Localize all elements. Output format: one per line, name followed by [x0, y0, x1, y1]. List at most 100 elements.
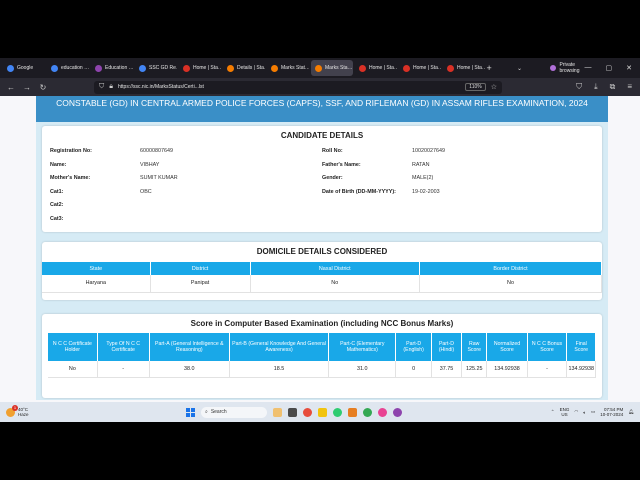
- reload-icon[interactable]: ↻: [38, 83, 48, 92]
- domicile-title: DOMICILE DETAILS CONSIDERED: [256, 247, 388, 256]
- minimize-icon[interactable]: —: [585, 64, 592, 72]
- task-view-icon[interactable]: [288, 407, 297, 417]
- browser-tab[interactable]: Marks Stat…: [267, 60, 309, 76]
- browser-tab[interactable]: Education …: [91, 60, 133, 76]
- browser-tab-bar: Google education … Education … SSC GD Re… Ho…: [0, 58, 640, 78]
- browser-tab[interactable]: education …: [47, 60, 89, 76]
- edge-icon[interactable]: [333, 407, 342, 417]
- tab-label: Education …: [105, 65, 133, 71]
- weather-widget[interactable]: 1 40°C Haze: [6, 404, 29, 417]
- tab-label: Home | Sta…: [413, 65, 441, 71]
- father-name-value: RATAN: [412, 161, 430, 168]
- wifi-icon[interactable]: ◠: [574, 409, 578, 415]
- zoom-level[interactable]: 110%: [465, 83, 486, 91]
- roll-label: Roll No:: [322, 148, 343, 154]
- gender-label: Gender:: [322, 175, 343, 181]
- domicile-table: State District Naxal District Border Distri…: [42, 262, 602, 293]
- detail-row: Cat3:: [50, 216, 594, 230]
- domicile-cell: No: [419, 275, 602, 293]
- date: 10-07-2024: [600, 412, 624, 417]
- tab-favicon-icon: [271, 64, 278, 72]
- store-icon[interactable]: [348, 407, 357, 417]
- private-browsing-indicator: Private browsing: [549, 62, 585, 74]
- score-header-row: N C C Certificate Holder Type Of N C C Ce…: [48, 333, 596, 361]
- score-cell: 38.0: [149, 361, 230, 378]
- score-cell: 134.92938: [486, 361, 528, 378]
- downloads-icon[interactable]: ⤓: [594, 82, 598, 92]
- browser-tab[interactable]: Home | Sta…: [355, 60, 397, 76]
- chevron-up-icon[interactable]: ⌃: [551, 409, 555, 415]
- score-cell: No: [48, 361, 98, 378]
- sun-haze-icon: 1: [6, 404, 18, 417]
- tab-label: Home | Sta…: [457, 65, 485, 71]
- score-panel: Score in Computer Based Examination (inc…: [36, 304, 608, 400]
- browser-tab[interactable]: Google: [3, 60, 45, 76]
- browser-tab[interactable]: Home | Sta…: [443, 60, 485, 76]
- new-tab-button[interactable]: +: [485, 63, 493, 73]
- clock[interactable]: 07:54 PM 10-07-2024: [600, 407, 623, 417]
- chrome-icon[interactable]: [363, 407, 372, 417]
- tab-favicon-icon: [183, 64, 190, 72]
- domicile-column-header: State: [42, 262, 151, 275]
- private-browsing-label: Private browsing: [559, 62, 580, 74]
- registration-label: Registration No:: [50, 148, 92, 154]
- close-window-icon[interactable]: ✕: [626, 64, 632, 72]
- browser-tab[interactable]: Home | Sta…: [179, 60, 221, 76]
- file-explorer-icon[interactable]: [318, 407, 327, 417]
- menu-icon[interactable]: ≡: [627, 82, 632, 92]
- url-text[interactable]: https://ssc.nic.in/MarksStatus/Certi...l…: [118, 84, 204, 90]
- firefox-icon[interactable]: [303, 407, 312, 417]
- exam-title-banner: CONSTABLE (GD) IN CENTRAL ARMED POLICE F…: [36, 96, 608, 122]
- tab-list-chevron-icon[interactable]: ⌄: [515, 65, 523, 72]
- tab-list: Google education … Education … SSC GD Re… Ho…: [0, 60, 485, 76]
- browser-tab[interactable]: Home | Sta…: [399, 60, 441, 76]
- region-code: US: [561, 412, 568, 417]
- candidate-details-card: CANDIDATE DETAILS Registration No: 60000…: [42, 126, 602, 232]
- candidate-details-panel: CANDIDATE DETAILS Registration No: 60000…: [36, 122, 608, 238]
- maximize-icon[interactable]: ▢: [606, 64, 613, 72]
- pocket-icon[interactable]: ⛉: [576, 82, 582, 92]
- score-column-header: Part-C (Elementary Mathematics): [328, 333, 397, 361]
- tab-favicon-icon: [315, 64, 322, 72]
- dob-label: Date of Birth (DD-MM-YYYY):: [322, 188, 396, 195]
- score-column-header: N C C Bonus Score: [527, 333, 568, 361]
- extensions-icon[interactable]: ⧉: [610, 82, 616, 92]
- bookmark-star-icon[interactable]: ☆: [491, 83, 497, 91]
- app-icon[interactable]: [378, 407, 387, 417]
- address-bar[interactable]: ⛉ 🔒︎ https://ssc.nic.in/MarksStatus/Cert…: [94, 80, 502, 94]
- score-cell: -: [527, 361, 568, 378]
- tab-favicon-icon: [447, 64, 454, 72]
- forward-icon[interactable]: →: [22, 83, 32, 92]
- score-cell: 37.75: [431, 361, 463, 378]
- back-icon[interactable]: ←: [6, 83, 16, 92]
- language-indicator[interactable]: ENG US: [560, 407, 570, 417]
- notification-badge: 1: [12, 404, 18, 411]
- candidate-details-title: CANDIDATE DETAILS: [280, 131, 364, 140]
- exam-title: CONSTABLE (GD) IN CENTRAL ARMED POLICE F…: [56, 98, 588, 108]
- domicile-column-header: Naxal District: [250, 262, 421, 275]
- windows-start-icon[interactable]: [186, 407, 195, 417]
- browser-tab[interactable]: SSC GD Re…: [135, 60, 177, 76]
- cat1-label: Cat1:: [50, 188, 64, 195]
- widget-icon[interactable]: [273, 407, 282, 417]
- domicile-panel: DOMICILE DETAILS CONSIDERED State Distric…: [36, 238, 608, 304]
- mother-name-label: Mother's Name:: [50, 175, 91, 181]
- notifications-icon[interactable]: 🔔︎: [628, 409, 634, 415]
- cat2-label: Cat2:: [50, 202, 64, 208]
- private-firefox-icon[interactable]: [393, 407, 402, 417]
- browser-tab[interactable]: Details | Sta…: [223, 60, 265, 76]
- browser-nav-bar: ← → ↻ ⛉ 🔒︎ https://ssc.nic.in/MarksStatu…: [0, 78, 640, 96]
- roll-value: 10020027649: [412, 148, 445, 154]
- taskbar-search[interactable]: ⌕ Search: [201, 406, 267, 418]
- battery-icon[interactable]: ▭: [591, 409, 595, 415]
- detail-row: Cat2:: [50, 202, 594, 216]
- volume-icon[interactable]: 🔈︎: [583, 410, 586, 415]
- score-cell: 0: [395, 361, 432, 378]
- gender-value: MALE(2): [412, 175, 434, 181]
- browser-tab[interactable]: Marks Sta…✕: [311, 60, 353, 76]
- candidate-details-grid: Registration No: 60000807649 Roll No: 10…: [50, 148, 594, 229]
- score-column-header: Part-A (General Intelligence & Reasoning…: [149, 333, 230, 361]
- detail-row: Mother's Name: SUMIT KUMAR Gender: MALE(…: [50, 175, 594, 189]
- shield-icon: ⛉: [99, 83, 105, 90]
- score-column-header: Part-D (English): [395, 333, 432, 361]
